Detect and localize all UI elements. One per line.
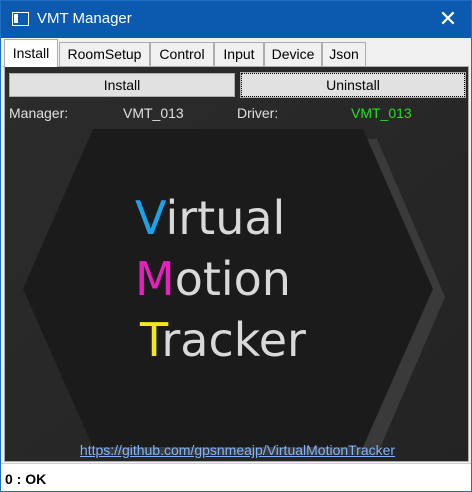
close-icon: ✕ [438, 7, 458, 32]
tab-roomsetup[interactable]: RoomSetup [59, 42, 150, 66]
logo-rest-otion: otion [175, 252, 291, 306]
github-link[interactable]: https://github.com/gpsnmeajp/VirtualMoti… [5, 442, 468, 458]
vmt-manager-window: VMT Manager ✕ Install RoomSetup Control … [0, 0, 472, 492]
install-button[interactable]: Install [9, 73, 235, 97]
vmt-logo: Virtual Motion Tracker [5, 67, 468, 461]
tab-strip: Install RoomSetup Control Input Device J… [1, 38, 471, 68]
logo-rest-irtual: irtual [165, 191, 285, 245]
close-button[interactable]: ✕ [425, 1, 471, 38]
tab-device[interactable]: Device [264, 42, 322, 66]
window-title: VMT Manager [37, 10, 132, 27]
logo-initial-v: V [135, 191, 167, 245]
manager-version: VMT_013 [123, 105, 184, 121]
status-text: 0 : OK [5, 471, 47, 487]
tab-json[interactable]: Json [322, 42, 366, 66]
tab-input[interactable]: Input [214, 42, 264, 66]
logo-line-motion: Motion [135, 252, 291, 306]
tab-install[interactable]: Install [4, 39, 58, 67]
driver-version: VMT_013 [351, 105, 412, 121]
install-tab-panel: Virtual Motion Tracker Install Uninstall… [4, 67, 469, 462]
driver-label: Driver: [237, 105, 279, 121]
logo-line-virtual: Virtual [135, 191, 285, 245]
tab-control[interactable]: Control [150, 42, 214, 66]
title-bar[interactable]: VMT Manager ✕ [1, 1, 471, 38]
uninstall-button[interactable]: Uninstall [240, 72, 466, 98]
logo-rest-racker: racker [161, 313, 306, 367]
status-bar: 0 : OK [1, 463, 471, 491]
manager-label: Manager: [9, 105, 69, 121]
window-app-icon [12, 12, 29, 26]
logo-line-tracker: Tracker [139, 313, 306, 367]
logo-initial-m: M [135, 252, 175, 306]
